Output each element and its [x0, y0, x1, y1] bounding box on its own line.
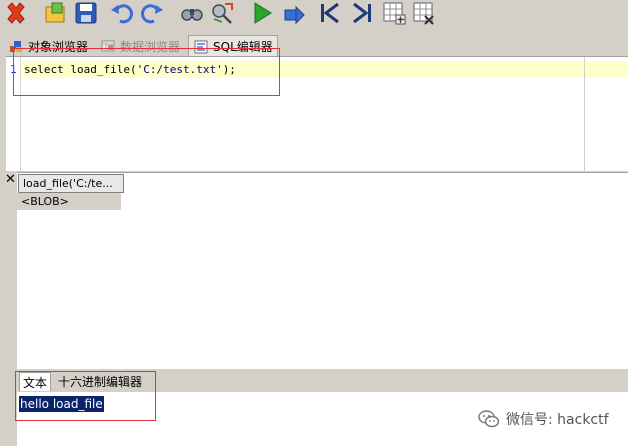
run-icon[interactable]	[250, 1, 274, 25]
find-replace-icon[interactable]	[210, 1, 234, 25]
delete-icon[interactable]	[4, 1, 28, 25]
close-results-icon[interactable]: ✕	[5, 173, 16, 187]
run-selection-icon[interactable]	[282, 1, 306, 25]
tab-sql-editor-label: SQL编辑器	[213, 40, 273, 54]
tab-object-browser[interactable]: 对象浏览器	[8, 36, 88, 56]
delete-row-icon[interactable]	[412, 1, 436, 25]
first-record-icon[interactable]	[318, 1, 342, 25]
binoculars-icon[interactable]	[180, 1, 204, 25]
tab-text[interactable]: 文本	[19, 372, 52, 391]
tab-data-browser-label: 数据浏览器	[120, 39, 181, 54]
selected-text-value[interactable]: hello load_file	[19, 396, 104, 412]
watermark-text: 微信号: hackctf	[506, 412, 609, 428]
results-grid: load_file('C:/te... <BLOB>	[17, 172, 628, 369]
result-cell[interactable]: <BLOB>	[17, 193, 121, 210]
redo-icon[interactable]	[140, 1, 164, 25]
wechat-icon	[478, 410, 500, 428]
sql-code-line[interactable]: select load_file('C:/test.txt');	[24, 63, 236, 76]
code-suffix: );	[222, 63, 236, 76]
undo-icon[interactable]	[110, 1, 134, 25]
code-string: 'C:/test.txt'	[136, 63, 223, 76]
value-viewer-tabs: 文本 十六进制编辑器	[17, 370, 628, 392]
object-browser-icon	[10, 41, 22, 52]
tab-data-browser[interactable]: 数据浏览器	[100, 36, 180, 56]
add-row-icon[interactable]	[382, 1, 406, 25]
main-toolbar	[0, 0, 628, 28]
right-margin-line	[584, 57, 585, 171]
tab-sql-editor[interactable]: SQL编辑器	[188, 35, 278, 57]
code-keyword: select load_file(	[24, 63, 137, 76]
sql-editor[interactable]: 1 select load_file('C:/test.txt');	[6, 56, 628, 171]
column-header[interactable]: load_file('C:/te...	[18, 174, 124, 193]
tab-object-browser-label: 对象浏览器	[28, 39, 89, 54]
view-tabs: 对象浏览器 数据浏览器 SQL编辑器	[0, 34, 628, 57]
open-folder-icon[interactable]	[44, 1, 68, 25]
watermark: 微信号: hackctf	[478, 408, 609, 430]
sql-editor-icon	[194, 40, 208, 53]
line-number: 1	[10, 63, 17, 76]
data-browser-icon	[101, 40, 115, 52]
save-icon[interactable]	[74, 1, 98, 25]
last-record-icon[interactable]	[350, 1, 374, 25]
tab-hex-editor[interactable]: 十六进制编辑器	[55, 372, 145, 390]
